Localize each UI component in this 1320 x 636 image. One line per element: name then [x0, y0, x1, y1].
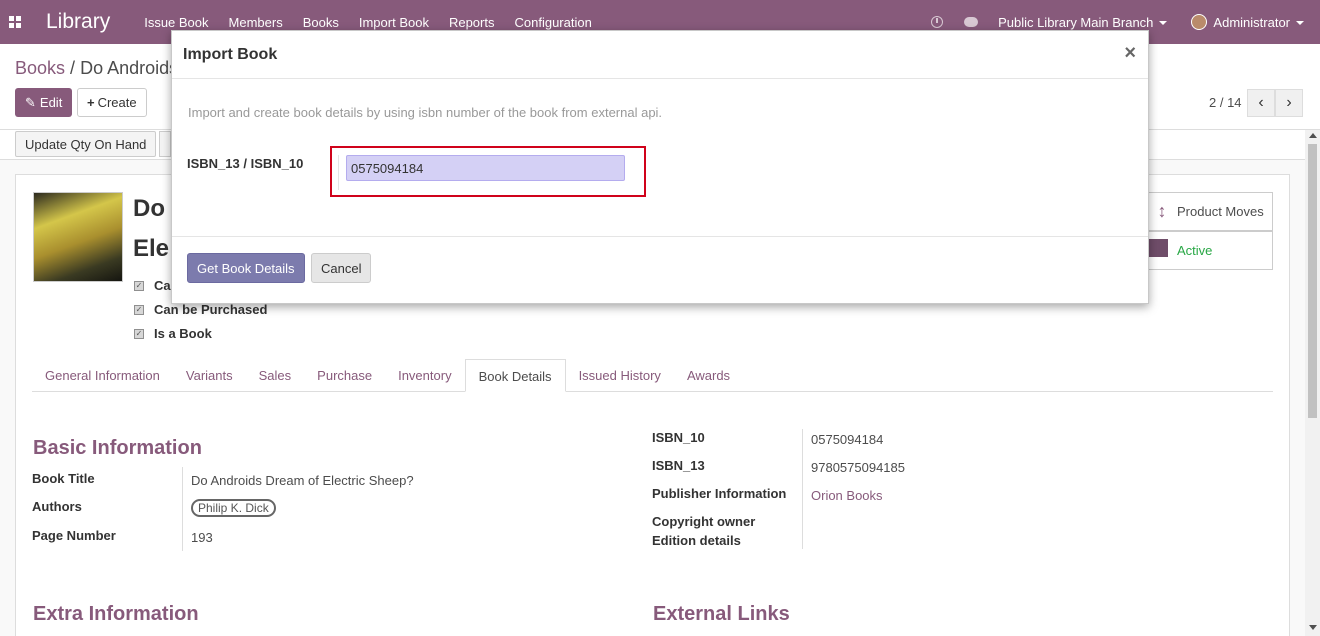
cancel-button[interactable]: Cancel: [311, 253, 372, 283]
dialog-header: Import Book: [172, 31, 1148, 79]
input-divider: [338, 155, 339, 190]
isbn-input[interactable]: [346, 155, 625, 181]
dialog-description: Import and create book details by using …: [188, 105, 663, 120]
close-icon[interactable]: ×: [1124, 42, 1136, 65]
dialog-footer: Get Book Details Cancel: [172, 236, 1148, 304]
get-book-details-button[interactable]: Get Book Details: [187, 253, 305, 283]
isbn-label: ISBN_13 / ISBN_10: [187, 156, 304, 171]
import-book-dialog: Import Book × Import and create book det…: [171, 30, 1149, 304]
dialog-title: Import Book: [183, 45, 278, 63]
